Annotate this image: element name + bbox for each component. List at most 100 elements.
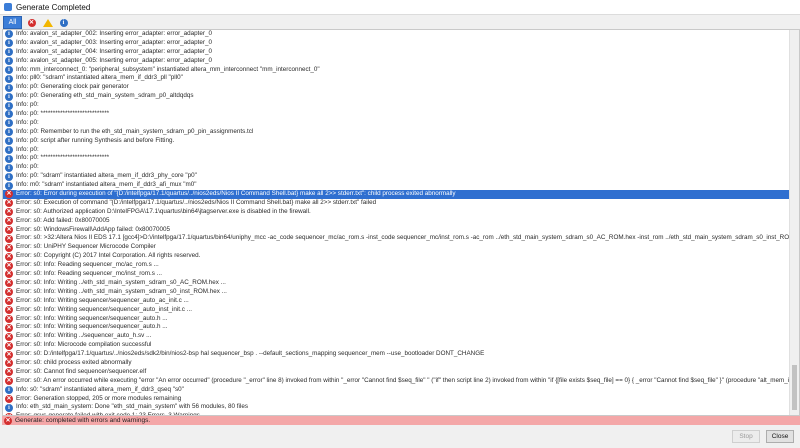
info-icon: i xyxy=(59,18,68,27)
log-row[interactable]: ✕ Error: s0: Info: Writing sequencer/sequ… xyxy=(3,323,799,332)
log-row[interactable]: ✕ Error: s0: Info: Reading sequencer_mc/a… xyxy=(3,261,799,270)
error-icon: ✕ xyxy=(5,368,13,377)
log-row[interactable]: i Info: p0: xyxy=(3,101,799,110)
filter-info-button[interactable]: i xyxy=(57,16,70,29)
log-row-text: Error: s0: Error during execution of "{D… xyxy=(16,190,456,198)
error-icon: ✕ xyxy=(5,270,13,279)
log-row[interactable]: i Info: p0: xyxy=(3,163,799,172)
log-row[interactable]: i Info: p0: Remember to run the eth_std_m… xyxy=(3,128,799,137)
log-row[interactable]: ✕ Error: s0: Info: Writing ../eth_std_mai… xyxy=(3,288,799,297)
window-title: Generate Completed xyxy=(16,2,91,12)
log-row[interactable]: ✕ Error: s0: Error during execution of "{… xyxy=(3,190,799,199)
vertical-scrollbar[interactable] xyxy=(789,30,799,415)
error-icon: ✕ xyxy=(5,350,13,359)
info-icon: i xyxy=(5,403,13,412)
log-row[interactable]: ✕ Error: s0: Execution of command "{D:/in… xyxy=(3,199,799,208)
log-row-text: Info: avalon_st_adapter_005: Inserting e… xyxy=(16,56,213,64)
info-icon: i xyxy=(5,39,13,48)
log-row[interactable]: i Info: m0: "sdram" instantiated altera_m… xyxy=(3,181,799,190)
filter-warnings-button[interactable] xyxy=(41,16,54,29)
log-row[interactable]: i Info: p0: xyxy=(3,119,799,128)
info-icon: i xyxy=(5,74,13,83)
log-row[interactable]: i Info: p0: xyxy=(3,146,799,155)
log-row[interactable]: i Info: p0: **************************** xyxy=(3,110,799,119)
log-row[interactable]: ✕ Error: s0: >32:Altera Nios II EDS 17.1 … xyxy=(3,234,799,243)
log-row[interactable]: ✕ Error: s0: WindowsFirewall\AddApp faile… xyxy=(3,226,799,235)
stop-button[interactable]: Stop xyxy=(732,430,760,443)
log-row[interactable]: ✕ Error: s0: Info: Writing ../sequencer_a… xyxy=(3,332,799,341)
log-row-text: Info: avalon_st_adapter_003: Inserting e… xyxy=(16,38,213,46)
log-row[interactable]: i Info: pll0: "sdram" instantiated altera… xyxy=(3,74,799,83)
info-icon: i xyxy=(5,66,13,74)
error-icon: ✕ xyxy=(5,359,13,368)
log-row[interactable]: i Info: avalon_st_adapter_005: Inserting … xyxy=(3,57,799,66)
info-icon: i xyxy=(5,137,13,146)
log-row[interactable]: i Info: avalon_st_adapter_004: Inserting … xyxy=(3,48,799,57)
log-row[interactable]: ✕ Error: s0: Cannot find sequencer/sequen… xyxy=(3,368,799,377)
log-row[interactable]: i Info: eth_std_main_system: Done "eth_st… xyxy=(3,403,799,412)
info-icon: i xyxy=(5,386,13,395)
log-row[interactable]: ✕ Error: Generation stopped, 205 or more … xyxy=(3,395,799,404)
log-row[interactable]: ✕ Error: s0: Add failed: 0x80070005 xyxy=(3,217,799,226)
log-row[interactable]: ✕ Error: s0: Info: Writing sequencer/sequ… xyxy=(3,306,799,315)
log-row[interactable]: ✕ Error: s0: Info: Microcode compilation … xyxy=(3,341,799,350)
log-row[interactable]: i Info: s0: "sdram" instantiated altera_m… xyxy=(3,386,799,395)
message-log[interactable]: i Info: avalon_st_adapter_002: Inserting … xyxy=(2,29,800,416)
log-row[interactable]: ✕ Error: s0: Info: Writing sequencer/sequ… xyxy=(3,297,799,306)
error-icon: ✕ xyxy=(5,394,13,403)
log-row[interactable]: ✕ Error: s0: Authorized application D:\In… xyxy=(3,208,799,217)
log-row[interactable]: i Info: p0: "sdram" instantiated altera_m… xyxy=(3,172,799,181)
error-icon: ✕ xyxy=(5,208,13,217)
error-icon: ✕ xyxy=(5,297,13,306)
log-row[interactable]: i Info: p0: **************************** xyxy=(3,154,799,163)
close-button[interactable]: Close xyxy=(766,430,794,443)
log-row[interactable]: ✕ Error: s0: An error occurred while exec… xyxy=(3,377,799,386)
log-row-text: Error: s0: Info: Writing ../eth_std_main… xyxy=(16,287,227,295)
info-icon: i xyxy=(5,154,13,163)
log-row[interactable]: i Info: p0: Generating clock pair generat… xyxy=(3,83,799,92)
log-row[interactable]: ✕ Error: s0: Info: Writing sequencer/sequ… xyxy=(3,315,799,324)
log-row[interactable]: i Info: p0: script after running Synthesi… xyxy=(3,137,799,146)
filter-all-button[interactable]: All xyxy=(3,16,22,29)
log-row-text: Error: Generation stopped, 205 or more m… xyxy=(16,394,182,402)
log-row[interactable]: ✕ Error: s0: UniPHY Sequencer Microcode C… xyxy=(3,243,799,252)
log-row-text: Info: p0: **************************** xyxy=(16,110,110,118)
log-row[interactable]: i Info: mm_interconnect_0: "peripheral_su… xyxy=(3,66,799,75)
error-icon: ✕ xyxy=(5,190,13,199)
log-row-text: Error: s0: Add failed: 0x80070005 xyxy=(16,216,110,224)
error-icon: ✕ xyxy=(5,279,13,288)
log-row[interactable]: i Info: avalon_st_adapter_002: Inserting … xyxy=(3,30,799,39)
info-icon: i xyxy=(5,30,13,39)
log-row-text: Error: s0: Info: Writing sequencer/seque… xyxy=(16,323,168,331)
log-row-text: Error: s0: An error occurred while execu… xyxy=(16,376,800,384)
error-icon: ✕ xyxy=(5,332,13,341)
log-row[interactable]: i Info: p0: Generating eth_std_main_syste… xyxy=(3,92,799,101)
log-row[interactable]: ✕ Error: s0: Info: Writing ../eth_std_mai… xyxy=(3,279,799,288)
info-icon: i xyxy=(5,128,13,137)
info-icon: i xyxy=(5,172,13,181)
log-row-text: Error: s0: Execution of command "{D:/int… xyxy=(16,198,377,206)
log-row-text: Info: mm_interconnect_0: "peripheral_sub… xyxy=(16,65,320,73)
log-row-text: Error: s0: Cannot find sequencer/sequenc… xyxy=(16,367,147,375)
scrollbar-thumb[interactable] xyxy=(792,365,797,410)
log-row[interactable]: ✕ Error: s0: Copyright (C) 2017 Intel Cor… xyxy=(3,252,799,261)
error-icon: ✕ xyxy=(5,323,13,332)
error-icon: ✕ xyxy=(5,261,13,270)
log-row[interactable]: i Info: avalon_st_adapter_003: Inserting … xyxy=(3,39,799,48)
filter-errors-button[interactable]: ✕ xyxy=(25,16,38,29)
log-row-text: Error: s0: Info: Microcode compilation s… xyxy=(16,341,152,349)
info-icon: i xyxy=(5,101,13,110)
log-row[interactable]: ✕ Error: s0: child process exited abnorma… xyxy=(3,359,799,368)
error-icon: ✕ xyxy=(5,341,13,350)
info-icon: i xyxy=(5,181,13,190)
log-row-text: Info: p0: **************************** xyxy=(16,154,110,162)
log-row[interactable]: ✕ Error: s0: D:/intelfpga/17.1/quartus/..… xyxy=(3,350,799,359)
error-icon: ✕ xyxy=(5,226,13,235)
log-row[interactable]: ✕ Error: s0: Info: Reading sequencer_mc/i… xyxy=(3,270,799,279)
error-icon: ✕ xyxy=(5,314,13,323)
log-row-text: Error: s0: >32:Altera Nios II EDS 17.1 [… xyxy=(16,234,800,242)
log-row-text: Info: avalon_st_adapter_004: Inserting e… xyxy=(16,47,213,55)
message-list: i Info: avalon_st_adapter_002: Inserting … xyxy=(3,30,799,415)
log-row-text: Info: p0: "sdram" instantiated altera_me… xyxy=(16,172,197,180)
info-icon: i xyxy=(5,146,13,155)
